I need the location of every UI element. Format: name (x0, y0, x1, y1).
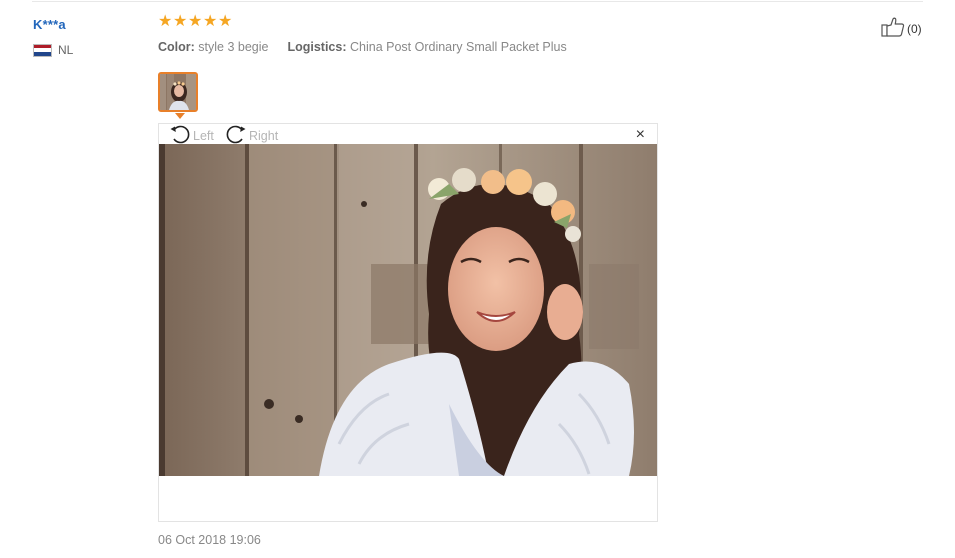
logistics-value: China Post Ordinary Small Packet Plus (349, 40, 567, 54)
review-date: 06 Oct 2018 19:06 (158, 533, 261, 547)
review-photo (159, 144, 657, 476)
helpful-button[interactable]: (0) (881, 17, 922, 40)
helpful-count: (0) (907, 21, 922, 36)
rating-stars: ★ ★ ★ ★ ★ (158, 13, 233, 30)
country-code: NL (58, 43, 74, 57)
reviewer-name[interactable]: K***a (33, 17, 66, 32)
star-icon: ★ (188, 13, 203, 30)
photo-viewer: Left Right × (158, 123, 658, 522)
color-value: style 3 begie (198, 40, 269, 54)
rotate-left-label: Left (193, 128, 214, 143)
thumbs-up-icon (881, 17, 905, 40)
star-icon: ★ (173, 13, 188, 30)
close-icon[interactable]: × (636, 127, 645, 143)
logistics-label: Logistics: (287, 40, 347, 54)
netherlands-flag-icon (33, 43, 52, 57)
star-icon: ★ (218, 13, 233, 30)
rotate-right-label: Right (249, 128, 279, 143)
order-attributes: Color: style 3 begie Logistics: China Po… (158, 40, 567, 54)
star-icon: ★ (203, 13, 218, 30)
top-divider (32, 1, 923, 2)
color-label: Color: (158, 40, 195, 54)
reviewer-country: NL (33, 43, 73, 57)
review-photo-thumbnail[interactable] (158, 72, 198, 112)
thumbnail-pointer (175, 113, 185, 119)
star-icon: ★ (158, 13, 173, 30)
